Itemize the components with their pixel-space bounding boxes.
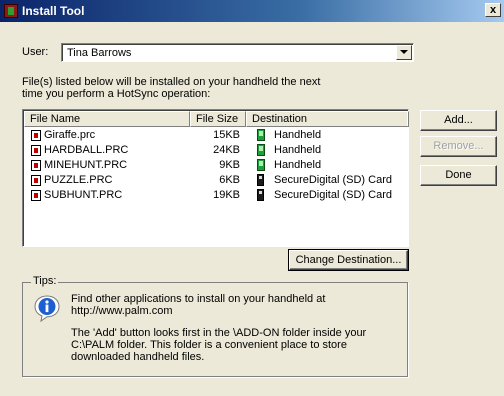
remove-button[interactable]: Remove... bbox=[420, 136, 497, 157]
close-button[interactable]: x bbox=[485, 3, 501, 17]
prc-file-icon bbox=[31, 175, 41, 186]
prc-file-icon bbox=[31, 160, 41, 171]
table-row[interactable]: Giraffe.prc 15KB Handheld bbox=[24, 128, 407, 143]
file-name: Giraffe.prc bbox=[44, 129, 96, 141]
table-row[interactable]: SUBHUNT.PRC 19KB SecureDigital (SD) Card bbox=[24, 188, 407, 203]
table-row[interactable]: PUZZLE.PRC 6KB SecureDigital (SD) Card bbox=[24, 173, 407, 188]
file-size: 19KB bbox=[213, 189, 240, 201]
prc-file-icon bbox=[31, 145, 41, 156]
file-destination: Handheld bbox=[274, 144, 322, 156]
tip-url: http://www.palm.com bbox=[71, 305, 173, 317]
description-line-2: time you perform a HotSync operation: bbox=[22, 88, 211, 100]
user-dropdown[interactable]: Tina Barrows bbox=[61, 43, 414, 62]
file-size: 24KB bbox=[213, 144, 240, 156]
file-list-header: File Name File Size Destination bbox=[24, 111, 409, 127]
tip-line-5: downloaded handheld files. bbox=[71, 351, 205, 363]
user-label: User: bbox=[22, 46, 49, 58]
description-line-1: File(s) listed below will be installed o… bbox=[22, 76, 321, 88]
sd-card-icon bbox=[257, 189, 264, 201]
window-title: Install Tool bbox=[22, 4, 85, 18]
prc-file-icon bbox=[31, 190, 41, 201]
file-name: MINEHUNT.PRC bbox=[44, 159, 128, 171]
handheld-icon bbox=[257, 159, 265, 171]
handheld-icon bbox=[257, 144, 265, 156]
info-icon bbox=[34, 295, 60, 322]
file-destination: Handheld bbox=[274, 129, 322, 141]
sd-card-icon bbox=[257, 174, 264, 186]
prc-file-icon bbox=[31, 130, 41, 141]
done-button[interactable]: Done bbox=[420, 165, 497, 186]
title-bar: Install Tool x bbox=[0, 0, 504, 22]
tips-group: Tips: Find other applications to install… bbox=[22, 275, 408, 377]
install-tool-icon bbox=[4, 4, 18, 18]
add-button[interactable]: Add... bbox=[420, 110, 497, 131]
column-header-destination[interactable]: Destination bbox=[246, 111, 409, 127]
tips-legend: Tips: bbox=[31, 275, 59, 287]
file-destination: Handheld bbox=[274, 159, 322, 171]
file-name: HARDBALL.PRC bbox=[44, 144, 129, 156]
file-list[interactable]: File Name File Size Destination Giraffe.… bbox=[22, 109, 409, 247]
tip-line-4: C:\PALM folder. This folder is a conveni… bbox=[71, 339, 347, 351]
chevron-down-icon[interactable] bbox=[396, 45, 412, 60]
file-size: 9KB bbox=[219, 159, 240, 171]
tip-line-1: Find other applications to install on yo… bbox=[71, 293, 326, 305]
tip-line-3: The 'Add' button looks first in the \ADD… bbox=[71, 327, 367, 339]
file-size: 15KB bbox=[213, 129, 240, 141]
column-header-file-name[interactable]: File Name bbox=[24, 111, 190, 127]
file-destination: SecureDigital (SD) Card bbox=[274, 174, 392, 186]
column-header-file-size[interactable]: File Size bbox=[190, 111, 246, 127]
handheld-icon bbox=[257, 129, 265, 141]
file-name: PUZZLE.PRC bbox=[44, 174, 113, 186]
change-destination-button[interactable]: Change Destination... bbox=[288, 249, 409, 271]
file-destination: SecureDigital (SD) Card bbox=[274, 189, 392, 201]
table-row[interactable]: HARDBALL.PRC 24KB Handheld bbox=[24, 143, 407, 158]
user-dropdown-value: Tina Barrows bbox=[67, 47, 132, 59]
file-size: 6KB bbox=[219, 174, 240, 186]
table-row[interactable]: MINEHUNT.PRC 9KB Handheld bbox=[24, 158, 407, 173]
file-name: SUBHUNT.PRC bbox=[44, 189, 123, 201]
